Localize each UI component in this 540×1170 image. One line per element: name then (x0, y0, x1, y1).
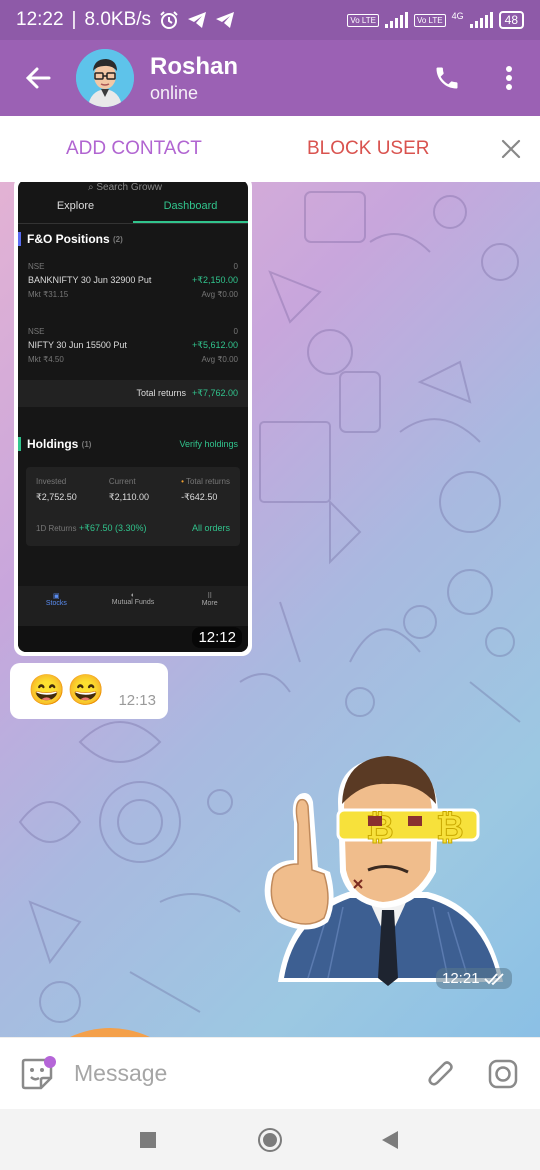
sticker-button[interactable] (0, 1038, 74, 1110)
close-icon[interactable] (498, 136, 524, 162)
avatar[interactable] (76, 49, 134, 107)
screenshot-tab-dashboard: Dashboard (133, 200, 248, 223)
battery-level: 48 (504, 13, 518, 27)
more-vertical-icon (506, 66, 512, 90)
telegram-notification-icon (188, 12, 207, 28)
businessman-thumbs-up-sticker[interactable]: ₿ ₿ (258, 742, 508, 992)
system-nav-bar (0, 1109, 540, 1170)
status-bar: 12:22 | 8.0KB/s Vo LTE Vo LTE 4G 48 (0, 0, 540, 40)
screenshot-nav-mutual-funds: ◐ Mutual Funds (111, 592, 155, 606)
instagram-camera-icon (488, 1059, 518, 1088)
contact-info[interactable]: Roshan online (150, 53, 238, 104)
chat-area[interactable]: ⌕ Search Groww Explore Dashboard F&O Pos… (0, 182, 540, 1037)
screenshot-nav-more: ⠿ More (201, 593, 218, 607)
partial-sticker (70, 1028, 150, 1037)
call-button[interactable] (416, 47, 478, 109)
system-back-button[interactable] (360, 1109, 420, 1170)
svg-text:₿: ₿ (436, 809, 464, 847)
arrow-left-icon (25, 67, 51, 89)
battery-icon: 48 (498, 11, 524, 29)
screenshot-position: NSE 0 BANKNIFTY 30 Jun 32900 Put +₹2,150.0… (28, 262, 238, 299)
message-time: 12:13 (118, 692, 156, 709)
attach-button[interactable] (410, 1043, 472, 1105)
triangle-back-icon (382, 1130, 398, 1149)
phone-icon (436, 67, 458, 89)
chat-header: Roshan online (0, 40, 540, 116)
network-type: 4G (451, 11, 464, 21)
groww-screenshot: ⌕ Search Groww Explore Dashboard F&O Pos… (18, 182, 248, 652)
image-message[interactable]: ⌕ Search Groww Explore Dashboard F&O Pos… (14, 182, 252, 656)
contact-action-bar: ADD CONTACT BLOCK USER (0, 116, 540, 182)
screenshot-nav-stocks: ▣ Stocks (45, 593, 67, 607)
home-circle-icon (258, 1127, 282, 1152)
camera-button[interactable] (472, 1043, 534, 1105)
telegram-notification-icon-2 (216, 12, 235, 28)
screenshot-fo-title: F&O Positions (2) (18, 232, 238, 246)
double-check-icon (483, 972, 504, 985)
add-contact-button[interactable]: ADD CONTACT (66, 138, 202, 160)
message-time: 12:12 (192, 627, 242, 648)
screenshot-holdings-card: Invested ₹2,752.50 Current ₹2,110.00 • Tot… (26, 467, 240, 546)
volte-badge: Vo LTE (347, 13, 379, 27)
home-button[interactable] (240, 1109, 300, 1170)
message-input-bar (0, 1037, 540, 1109)
screenshot-position: NSE 0 NIFTY 30 Jun 15500 Put +₹5,612.00 Mk… (28, 327, 238, 364)
network-speed: 8.0KB/s (84, 9, 152, 30)
alarm-icon (160, 11, 178, 29)
paperclip-icon (428, 1060, 453, 1086)
screenshot-tab-explore: Explore (56, 200, 95, 212)
contact-status: online (150, 82, 199, 103)
signal-icon-2 (469, 12, 493, 28)
emoji-message[interactable]: 😄😄 12:13 (10, 663, 168, 719)
back-button[interactable] (0, 40, 76, 116)
sticker-time-badge: 12:21 (436, 968, 512, 989)
block-user-button[interactable]: BLOCK USER (307, 138, 429, 160)
screenshot-bottom-nav: ▣ Stocks ◐ Mutual Funds ⠿ More (18, 586, 248, 626)
avatar-image (76, 49, 134, 107)
square-icon (140, 1131, 156, 1148)
screenshot-total-returns: Total returns +₹7,762.00 (18, 380, 248, 407)
recents-button[interactable] (118, 1109, 178, 1170)
screenshot-holdings-title: Holdings (1) Verify holdings (18, 437, 238, 451)
message-input[interactable] (74, 1060, 404, 1087)
volte-badge-2: Vo LTE (413, 13, 446, 27)
more-menu-button[interactable] (478, 47, 540, 109)
new-sticker-indicator (44, 1055, 56, 1068)
status-time: 12:22 (16, 9, 64, 30)
signal-icon (384, 12, 408, 28)
svg-text:₿: ₿ (366, 809, 394, 847)
screenshot-search: ⌕ Search Groww (88, 182, 162, 193)
message-time: 12:21 (442, 970, 480, 987)
contact-name: Roshan (150, 52, 239, 80)
emoji-text: 😄😄 (28, 674, 107, 707)
